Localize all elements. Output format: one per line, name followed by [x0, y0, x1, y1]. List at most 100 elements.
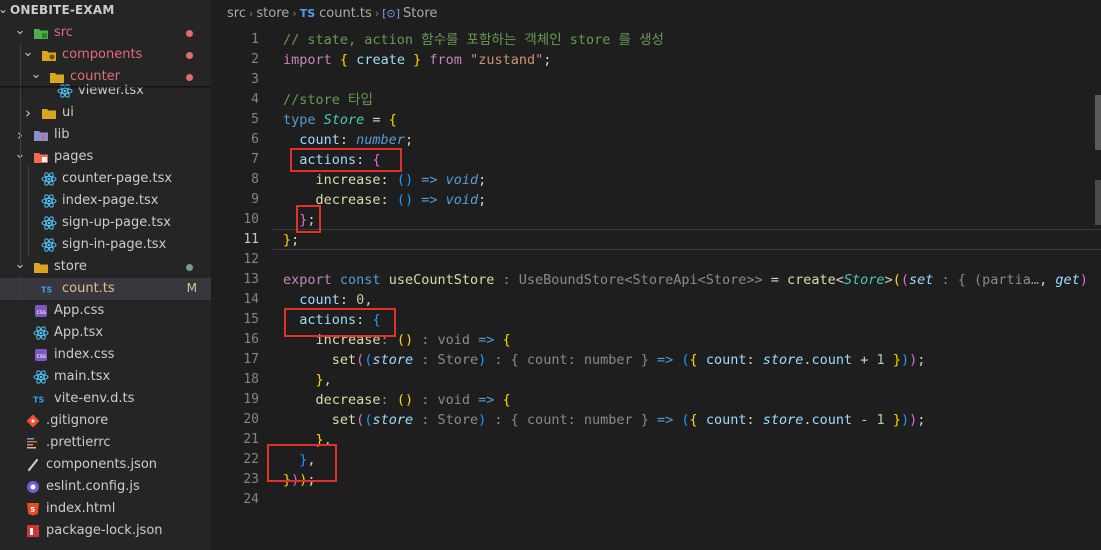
react-icon: [41, 194, 57, 208]
tree-item-app-tsx[interactable]: App.tsx: [0, 322, 211, 344]
tree-item-app-css[interactable]: css App.css: [0, 300, 211, 322]
chevron-down-icon: ⌄: [0, 2, 9, 16]
svg-text:TS: TS: [41, 286, 52, 295]
react-icon: [33, 370, 49, 384]
tree-item-label: index-page.tsx: [62, 193, 159, 208]
tree-item-label: index.html: [46, 501, 116, 516]
tree-item-index-css[interactable]: css index.css: [0, 344, 211, 366]
chevron-down-icon[interactable]: ⌄: [22, 45, 34, 60]
ts-icon: TS: [33, 392, 49, 406]
explorer-root-title: ONEBITE-EXAM: [10, 3, 115, 17]
tree-item-count-ts[interactable]: TS count.ts M: [0, 278, 211, 300]
tree-item-pages[interactable]: ⌄pages: [0, 146, 211, 168]
code-line-17: set((store : Store) : { count: number } …: [331, 352, 926, 368]
line-number: 14: [243, 292, 259, 307]
tree-item-index-page-tsx[interactable]: index-page.tsx: [0, 190, 211, 212]
react-icon: [41, 216, 57, 230]
explorer-root-header[interactable]: ⌄ ONEBITE-EXAM: [0, 0, 211, 22]
tree-item-ui[interactable]: › ui: [0, 102, 211, 124]
tree-item-viewer-tsx[interactable]: viewer.tsx: [0, 80, 211, 102]
tree-item-label: .prettierrc: [46, 435, 111, 450]
editor-scrollbar[interactable]: [1087, 0, 1101, 550]
file-explorer: ⌄ ONEBITE-EXAM ⌄ src ⌄ components ⌄ counter vi…: [0, 0, 211, 550]
tree-item-label: App.css: [54, 303, 105, 318]
tree-item-label: lib: [54, 127, 70, 142]
code-line-20: set((store : Store) : { count: number } …: [331, 412, 926, 428]
line-number: 17: [243, 352, 259, 367]
line-number: 8: [251, 172, 259, 187]
css-icon: css: [33, 348, 49, 362]
chevron-right-icon: ›: [292, 7, 297, 20]
tree-item-vite-env-d-ts[interactable]: TS vite-env.d.ts: [0, 388, 211, 410]
git-icon: [25, 414, 41, 428]
tree-item-sign-in-page-tsx[interactable]: sign-in-page.tsx: [0, 234, 211, 256]
code-line-11: };: [283, 232, 300, 248]
annotation-box-actions-impl: [284, 308, 396, 337]
tree-item-sign-up-page-tsx[interactable]: sign-up-page.tsx: [0, 212, 211, 234]
tree-item-package-lock-json[interactable]: package-lock.json: [0, 520, 211, 542]
chevron-right-icon: ›: [374, 7, 380, 20]
tree-item-label: .gitignore: [46, 413, 109, 428]
react-icon: [33, 326, 49, 340]
code-editor[interactable]: src › store › TS count.ts › [⊙] Store 1234567891…: [211, 0, 1101, 550]
tree-item-eslint-config-js[interactable]: eslint.config.js: [0, 476, 211, 498]
folder-pages-icon: [33, 150, 49, 164]
tree-item-main-tsx[interactable]: main.tsx: [0, 366, 211, 388]
code-line-5: type Store = {: [283, 112, 397, 128]
tree-item-lib[interactable]: ›lib: [0, 124, 211, 146]
line-number: 10: [243, 212, 259, 227]
tree-item-label: vite-env.d.ts: [54, 391, 135, 406]
variable-name: useCountStore: [388, 272, 495, 288]
tree-item-components-json[interactable]: components.json: [0, 454, 211, 476]
tree-item-counter-page-tsx[interactable]: counter-page.tsx: [0, 168, 211, 190]
indent-guide: [20, 276, 21, 300]
chevron-right-icon: ›: [248, 7, 254, 20]
tree-item-index-html[interactable]: 5 index.html: [0, 498, 211, 520]
line-number: 11: [243, 232, 259, 247]
tree-item-label: eslint.config.js: [46, 479, 140, 494]
react-icon: [41, 172, 57, 186]
tree-item-gitignore[interactable]: .gitignore: [0, 410, 211, 432]
comment: //store 타입: [283, 92, 373, 108]
css-icon: css: [33, 304, 49, 318]
scrollbar-thumb[interactable]: [1095, 95, 1101, 150]
tree-item-src[interactable]: ⌄ src: [0, 22, 211, 44]
scrollbar-marker: [1095, 180, 1101, 225]
tree-item-prettierrc[interactable]: .prettierrc: [0, 432, 211, 454]
git-status-dot: [186, 30, 193, 37]
git-status-dot: [186, 264, 193, 271]
git-modified-badge: M: [186, 281, 197, 295]
folder-icon: [41, 106, 57, 120]
line-number: 2: [251, 52, 259, 67]
line-number: 12: [243, 252, 259, 267]
line-number: 15: [243, 312, 259, 327]
current-line-highlight: [273, 229, 1101, 250]
tree-item-components[interactable]: ⌄ components: [0, 44, 211, 66]
tree-item-label: main.tsx: [54, 369, 111, 384]
line-number: 7: [251, 152, 259, 167]
chevron-right-icon[interactable]: ›: [22, 104, 34, 122]
breadcrumb-store[interactable]: store: [256, 6, 289, 21]
tree-item-store[interactable]: ⌄ store: [0, 256, 211, 278]
annotation-box-actions-type-close: [296, 205, 321, 233]
tree-item-label: ui: [62, 105, 74, 120]
react-icon: [41, 238, 57, 252]
folder-icon: [33, 260, 49, 274]
line-number: 18: [243, 372, 259, 387]
breadcrumb-file[interactable]: count.ts: [319, 6, 372, 21]
tree-item-label: index.css: [54, 347, 115, 362]
indent-guide: [28, 166, 29, 256]
folder-lib-icon: [33, 128, 49, 142]
chevron-down-icon[interactable]: ⌄: [14, 23, 26, 38]
tree-item-label: src: [54, 25, 73, 40]
code-line-6: count: number;: [299, 132, 414, 148]
code-line-1: // state, action 함수를 포함하는 객체인 store 를 생성: [283, 30, 664, 50]
tree-item-label: count.ts: [62, 281, 115, 296]
code-line-14: count: 0,: [299, 292, 373, 308]
code-line-13: export const useCountStore : UseBoundSto…: [283, 272, 1088, 288]
annotation-box-actions-type: [290, 148, 402, 172]
breadcrumb-symbol[interactable]: Store: [403, 6, 437, 21]
breadcrumb-src[interactable]: src: [227, 6, 246, 21]
prettier-icon: [25, 436, 41, 450]
inlay-param-hint: : { (partia…: [941, 272, 1040, 288]
